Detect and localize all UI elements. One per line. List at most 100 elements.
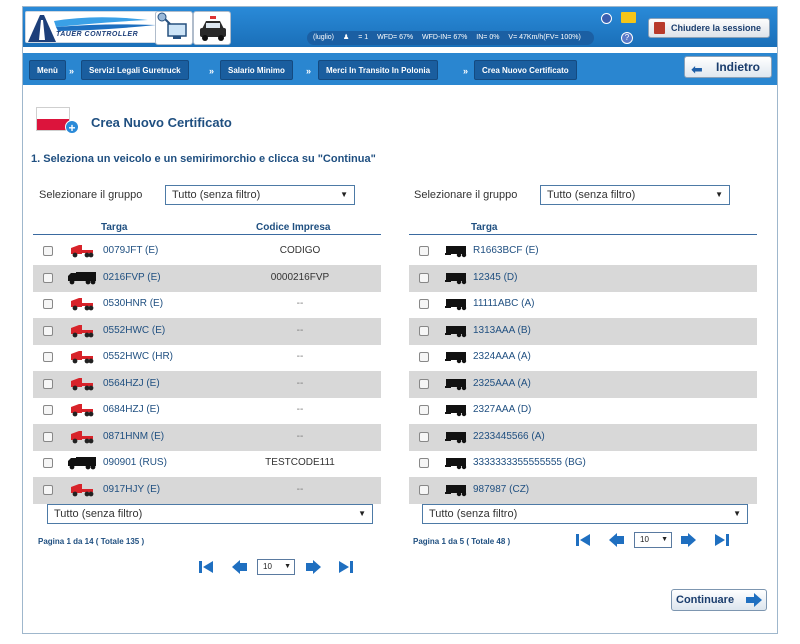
mail-icon[interactable] — [621, 12, 636, 23]
table-row[interactable]: 11111ABC (A) — [409, 291, 757, 318]
last-page-icon[interactable] — [337, 558, 355, 576]
table-row[interactable]: 2324AAA (A) — [409, 344, 757, 371]
row-checkbox[interactable] — [43, 458, 53, 468]
trailer-plate[interactable]: 11111ABC (A) — [473, 298, 535, 309]
table-row[interactable]: 0564HZJ (E) -- — [33, 370, 381, 398]
row-checkbox[interactable] — [419, 405, 429, 415]
trailer-plate[interactable]: 2233445566 (A) — [473, 431, 545, 442]
breadcrumb-legal-services[interactable]: Servizi Legali Guretruck — [81, 60, 189, 80]
vehicle-bottom-filter[interactable]: Tutto (senza filtro) ▼ — [47, 504, 373, 524]
vehicle-plate[interactable]: 0552HWC (HR) — [103, 351, 173, 362]
table-row[interactable]: 2327AAA (D) — [409, 397, 757, 424]
table-row[interactable]: 1313AAA (B) — [409, 317, 757, 345]
row-checkbox[interactable] — [419, 272, 429, 283]
trailer-plate[interactable]: 987987 (CZ) — [473, 484, 529, 495]
vehicle-plate[interactable]: 0871HNM (E) — [103, 431, 164, 442]
row-checkbox[interactable] — [43, 378, 53, 389]
row-checkbox[interactable] — [43, 325, 53, 336]
table-row[interactable]: 3333333355555555 (BG) — [409, 450, 757, 477]
trailer-plate[interactable]: 2324AAA (A) — [473, 351, 531, 362]
row-checkbox[interactable] — [419, 299, 429, 309]
row-checkbox[interactable] — [43, 272, 53, 283]
vehicle-plate[interactable]: 0079JFT (E) — [103, 245, 158, 256]
trailer-plate[interactable]: 2325AAA (A) — [473, 378, 531, 389]
trailer-plate[interactable]: 3333333355555555 (BG) — [473, 457, 586, 468]
tractor-icon — [69, 483, 95, 502]
vehicle-plate[interactable]: 0216FVP (E) — [103, 272, 161, 283]
col-header-plate: Targa — [471, 222, 498, 233]
row-checkbox[interactable] — [43, 246, 53, 256]
vehicle-bottom-filter-value: Tutto (senza filtro) — [54, 508, 143, 520]
logout-button[interactable]: Chiudere la sessione — [648, 18, 770, 38]
globe-icon[interactable] — [601, 13, 612, 24]
table-row[interactable]: 090901 (RUS) TESTCODE111 — [33, 450, 381, 477]
row-checkbox[interactable] — [43, 299, 53, 309]
next-page-icon[interactable] — [304, 558, 322, 576]
row-checkbox[interactable] — [419, 246, 429, 256]
row-checkbox[interactable] — [43, 405, 53, 415]
trailer-group-select[interactable]: Tutto (senza filtro) ▼ — [540, 185, 730, 205]
table-row[interactable]: 987987 (CZ) — [409, 476, 757, 504]
row-checkbox[interactable] — [43, 431, 53, 442]
chevron-down-icon: ▼ — [661, 536, 668, 543]
breadcrumb-new-certificate[interactable]: Crea Nuovo Certificato — [474, 60, 577, 80]
table-row[interactable]: 2325AAA (A) — [409, 370, 757, 398]
trailer-plate[interactable]: 1313AAA (B) — [473, 325, 531, 336]
table-row[interactable]: 0079JFT (E) CODIGO — [33, 238, 381, 265]
truck-icon — [67, 456, 97, 475]
chevron-down-icon: ▼ — [733, 509, 741, 518]
first-page-icon[interactable] — [574, 531, 592, 549]
row-checkbox[interactable] — [419, 352, 429, 362]
trailer-page-size-select[interactable]: 10 ▼ — [634, 532, 672, 548]
vehicle-plate[interactable]: 090901 (RUS) — [103, 457, 167, 468]
table-row[interactable]: 12345 (D) — [409, 264, 757, 292]
breadcrumb-minimum-wage[interactable]: Salario Minimo — [220, 60, 293, 80]
help-icon[interactable]: ? — [621, 32, 633, 44]
trailer-icon — [445, 350, 467, 369]
trailer-plate[interactable]: 12345 (D) — [473, 272, 517, 283]
app-logo: TAUER CONTROLLER — [25, 11, 159, 43]
vehicle-plate[interactable]: 0552HWC (E) — [103, 325, 165, 336]
back-arrow-icon: ⬅ — [691, 61, 703, 77]
table-row[interactable]: 0552HWC (HR) -- — [33, 344, 381, 371]
row-checkbox[interactable] — [419, 484, 429, 495]
table-row[interactable]: R1663BCF (E) — [409, 238, 757, 265]
row-checkbox[interactable] — [419, 325, 429, 336]
row-checkbox[interactable] — [419, 431, 429, 442]
vehicle-plate[interactable]: 0684HZJ (E) — [103, 404, 160, 415]
breadcrumb-goods-transit[interactable]: Merci In Transito In Polonia — [318, 60, 439, 80]
vehicle-group-select[interactable]: Tutto (senza filtro) ▼ — [165, 185, 355, 205]
prev-page-icon[interactable] — [231, 558, 249, 576]
continue-button[interactable]: Continuare — [671, 589, 767, 611]
vehicle-plate[interactable]: 0530HNR (E) — [103, 298, 163, 309]
trailer-bottom-filter[interactable]: Tutto (senza filtro) ▼ — [422, 504, 748, 524]
first-page-icon[interactable] — [197, 558, 215, 576]
satellite-computer-icon[interactable] — [155, 11, 193, 45]
trailer-icon — [445, 297, 467, 316]
trailer-plate[interactable]: 2327AAA (D) — [473, 404, 531, 415]
prev-page-icon[interactable] — [608, 531, 626, 549]
user-icon: ♟ — [342, 34, 350, 41]
vehicle-plate[interactable]: 0917HJY (E) — [103, 484, 160, 495]
vehicle-plate[interactable]: 0564HZJ (E) — [103, 378, 160, 389]
back-button[interactable]: ⬅ Indietro — [684, 56, 772, 78]
table-row[interactable]: 0530HNR (E) -- — [33, 291, 381, 318]
table-row[interactable]: 0216FVP (E) 0000216FVP — [33, 264, 381, 292]
vehicle-page-size-select[interactable]: 10 ▼ — [257, 559, 295, 575]
breadcrumb-menu[interactable]: Menù — [29, 60, 66, 80]
row-checkbox[interactable] — [419, 458, 429, 468]
company-code: CODIGO — [279, 245, 321, 256]
table-row[interactable]: 0917HJY (E) -- — [33, 476, 381, 504]
table-row[interactable]: 0684HZJ (E) -- — [33, 397, 381, 424]
last-page-icon[interactable] — [713, 531, 731, 549]
trailer-plate[interactable]: R1663BCF (E) — [473, 245, 539, 256]
row-checkbox[interactable] — [419, 378, 429, 389]
table-row[interactable]: 0871HNM (E) -- — [33, 423, 381, 451]
police-car-icon[interactable] — [193, 11, 231, 45]
row-checkbox[interactable] — [43, 352, 53, 362]
table-row[interactable]: 2233445566 (A) — [409, 423, 757, 451]
row-checkbox[interactable] — [43, 484, 53, 495]
tractor-icon — [69, 377, 95, 396]
next-page-icon[interactable] — [679, 531, 697, 549]
table-row[interactable]: 0552HWC (E) -- — [33, 317, 381, 345]
